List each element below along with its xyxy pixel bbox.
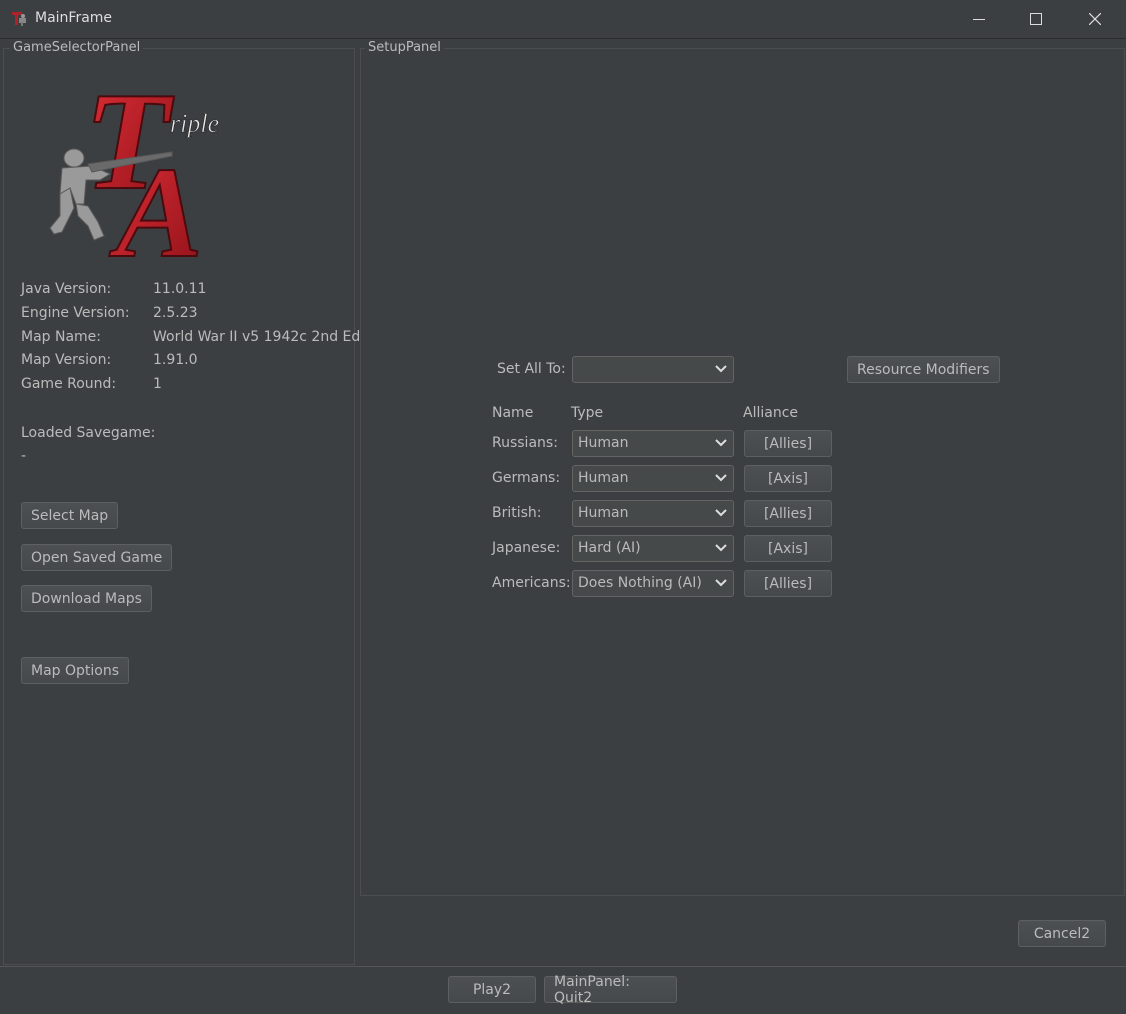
player-type-dropdown-japanese[interactable]: Hard (AI) [572,535,734,562]
play-button[interactable]: Play2 [448,976,536,1003]
alliance-button-americans[interactable]: [Allies] [744,570,832,597]
game-selector-panel-title: GameSelectorPanel [10,40,144,56]
info-label-map-version: Map Version: [21,352,112,368]
player-type-value: Does Nothing (AI) [578,575,702,591]
close-button[interactable] [1066,0,1124,38]
info-value-engine-version: 2.5.23 [153,305,198,321]
chevron-down-icon [715,474,727,482]
alliance-button-germans[interactable]: [Axis] [744,465,832,492]
player-type-value: Hard (AI) [578,540,641,556]
info-label-java-version: Java Version: [21,281,112,297]
cancel-button[interactable]: Cancel2 [1018,920,1106,947]
title-bar: MainFrame [0,0,1126,39]
info-label-game-round: Game Round: [21,376,117,392]
info-value-game-round: 1 [153,376,162,392]
player-name-germans: Germans: [492,470,561,486]
window-title: MainFrame [35,10,113,26]
chevron-down-icon [715,365,727,373]
minimize-button[interactable] [950,0,1008,38]
player-type-value: Human [578,435,629,451]
player-type-dropdown-russians[interactable]: Human [572,430,734,457]
player-type-dropdown-british[interactable]: Human [572,500,734,527]
close-icon [1089,13,1101,25]
minimize-icon [973,19,985,20]
loaded-savegame-label: Loaded Savegame: [21,425,156,441]
player-type-dropdown-americans[interactable]: Does Nothing (AI) [572,570,734,597]
chevron-down-icon [715,579,727,587]
open-saved-game-button[interactable]: Open Saved Game [21,544,173,571]
logo-riple-text: riple [170,109,219,138]
info-value-map-name: World War II v5 1942c 2nd Ed [153,329,361,345]
info-value-java-version: 11.0.11 [153,281,207,297]
alliance-button-russians[interactable]: [Allies] [744,430,832,457]
download-maps-button[interactable]: Download Maps [21,585,152,612]
select-map-button[interactable]: Select Map [21,502,119,529]
info-label-map-name: Map Name: [21,329,102,345]
player-type-value: Human [578,470,629,486]
chevron-down-icon [715,509,727,517]
header-name: Name [492,405,534,421]
info-value-map-version: 1.91.0 [153,352,198,368]
player-name-americans: Americans: [492,575,571,591]
app-icon [11,11,29,27]
alliance-button-british[interactable]: [Allies] [744,500,832,527]
resource-modifiers-button[interactable]: Resource Modifiers [847,356,1000,383]
map-options-button[interactable]: Map Options [21,657,130,684]
player-type-value: Human [578,505,629,521]
chevron-down-icon [715,544,727,552]
maximize-icon [1030,13,1042,25]
setup-panel: SetupPanel [360,40,1125,896]
triplea-logo: T A riple [49,76,219,266]
chevron-down-icon [715,439,727,447]
maximize-button[interactable] [1007,0,1065,38]
set-all-to-dropdown[interactable] [572,356,734,383]
player-name-british: British: [492,505,542,521]
alliance-button-japanese[interactable]: [Axis] [744,535,832,562]
header-type: Type [571,405,604,421]
player-type-dropdown-germans[interactable]: Human [572,465,734,492]
set-all-to-label: Set All To: [497,361,566,377]
header-alliance: Alliance [743,405,799,421]
setup-panel-title: SetupPanel [365,40,444,56]
quit-button[interactable]: MainPanel: Quit2 [544,974,677,1006]
loaded-savegame-value: - [21,448,27,464]
info-label-engine-version: Engine Version: [21,305,130,321]
player-name-japanese: Japanese: [492,540,561,556]
player-name-russians: Russians: [492,435,558,451]
